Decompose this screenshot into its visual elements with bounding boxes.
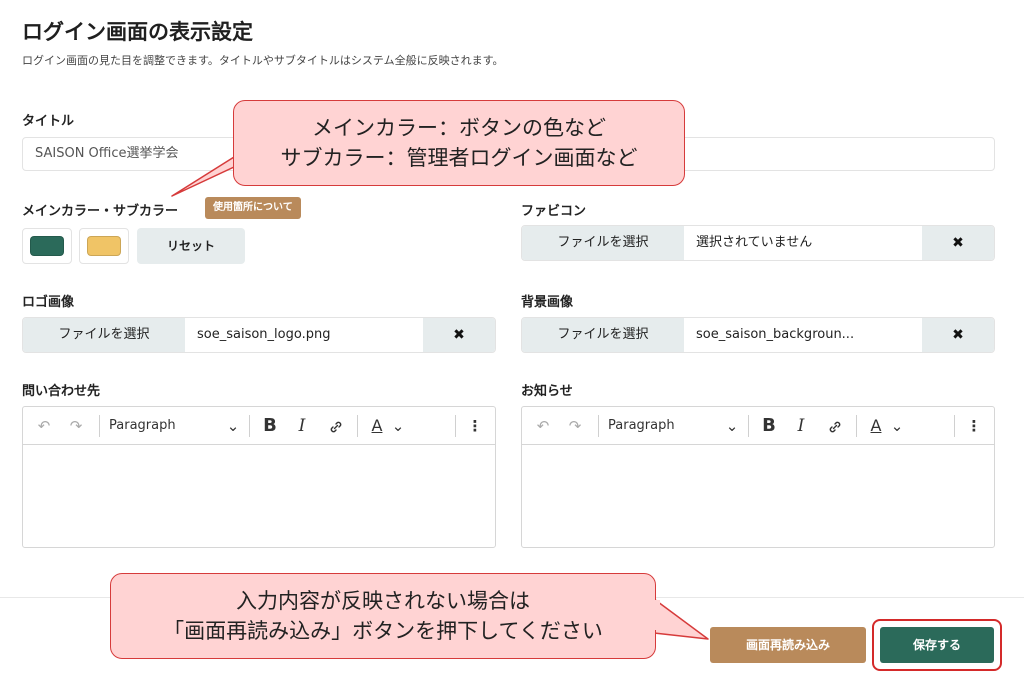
link-icon[interactable] [321, 407, 351, 445]
more-icon[interactable]: ⋮ [962, 407, 986, 445]
main-color-picker[interactable] [22, 228, 72, 264]
logo-file-name: soe_saison_logo.png [197, 327, 331, 342]
page-title: ログイン画面の表示設定 [22, 20, 253, 44]
more-icon[interactable]: ⋮ [463, 407, 487, 445]
logo-file-input: ファイルを選択 soe_saison_logo.png ✖ [22, 317, 496, 353]
editor-toolbar: ↶ ↷ Paragraph ⌄ B I A ⌄ ⋮ [23, 407, 495, 445]
toolbar-divider [249, 415, 250, 437]
callout-line: 入力内容が反映されない場合は [236, 589, 530, 613]
toolbar-divider [856, 415, 857, 437]
background-label: 背景画像 [521, 295, 574, 310]
favicon-label: ファビコン [521, 204, 587, 219]
reset-colors-button[interactable]: リセット [137, 228, 245, 264]
sub-color-picker[interactable] [79, 228, 129, 264]
redo-icon[interactable]: ↷ [63, 407, 89, 445]
colors-label: メインカラー・サブカラー [22, 204, 179, 219]
link-icon[interactable] [820, 407, 850, 445]
undo-icon[interactable]: ↶ [530, 407, 556, 445]
chevron-down-icon[interactable]: ⌄ [722, 407, 742, 445]
callout-seam [652, 600, 660, 630]
chevron-down-icon[interactable]: ⌄ [223, 407, 243, 445]
sub-color-swatch [87, 236, 121, 256]
notice-editor-content[interactable] [522, 446, 994, 547]
background-file-name: soe_saison_backgroun... [696, 327, 855, 342]
chevron-down-icon[interactable]: ⌄ [389, 407, 407, 445]
logo-clear-button[interactable]: ✖ [423, 318, 495, 352]
background-file-input: ファイルを選択 soe_saison_backgroun... ✖ [521, 317, 995, 353]
bold-icon[interactable]: B [257, 407, 283, 445]
font-color-icon[interactable]: A [365, 407, 389, 445]
favicon-file-input: ファイルを選択 選択されていません ✖ [521, 225, 995, 261]
contact-editor: ↶ ↷ Paragraph ⌄ B I A ⌄ ⋮ [22, 406, 496, 548]
toolbar-divider [748, 415, 749, 437]
chevron-down-icon[interactable]: ⌄ [888, 407, 906, 445]
toolbar-divider [954, 415, 955, 437]
bold-icon[interactable]: B [756, 407, 782, 445]
paragraph-label: Paragraph [109, 418, 176, 433]
editor-toolbar: ↶ ↷ Paragraph ⌄ B I A ⌄ ⋮ [522, 407, 994, 445]
page-description: ログイン画面の見た目を調整できます。タイトルやサブタイトルはシステム全般に反映さ… [22, 54, 504, 67]
callout-seam [241, 150, 271, 158]
callout-line: サブカラー：管理者ログイン画面など [280, 146, 638, 170]
toolbar-divider [598, 415, 599, 437]
notice-label: お知らせ [521, 384, 573, 399]
contact-label: 問い合わせ先 [22, 384, 101, 399]
font-color-icon[interactable]: A [864, 407, 888, 445]
italic-icon[interactable]: I [788, 407, 814, 445]
title-label: タイトル [22, 114, 75, 129]
background-choose-button[interactable]: ファイルを選択 [522, 318, 684, 352]
undo-icon[interactable]: ↶ [31, 407, 57, 445]
reload-callout: 入力内容が反映されない場合は 「画面再読み込み」ボタンを押下してください [110, 573, 656, 659]
close-icon: ✖ [952, 327, 964, 343]
logo-label: ロゴ画像 [22, 295, 75, 310]
close-icon: ✖ [453, 327, 465, 343]
background-clear-button[interactable]: ✖ [922, 318, 994, 352]
toolbar-divider [99, 415, 100, 437]
favicon-file-name: 選択されていません [696, 235, 813, 250]
contact-editor-content[interactable] [23, 446, 495, 547]
logo-choose-button[interactable]: ファイルを選択 [23, 318, 185, 352]
paragraph-label: Paragraph [608, 418, 675, 433]
toolbar-divider [357, 415, 358, 437]
callout-line: メインカラー：ボタンの色など [312, 116, 606, 140]
colors-callout: メインカラー：ボタンの色など サブカラー：管理者ログイン画面など [233, 100, 685, 186]
reload-button[interactable]: 画面再読み込み [710, 627, 866, 663]
toolbar-divider [455, 415, 456, 437]
close-icon: ✖ [952, 235, 964, 251]
save-button[interactable]: 保存する [880, 627, 994, 663]
redo-icon[interactable]: ↷ [562, 407, 588, 445]
main-color-swatch [30, 236, 64, 256]
italic-icon[interactable]: I [289, 407, 315, 445]
favicon-choose-button[interactable]: ファイルを選択 [522, 226, 684, 260]
notice-editor: ↶ ↷ Paragraph ⌄ B I A ⌄ ⋮ [521, 406, 995, 548]
favicon-clear-button[interactable]: ✖ [922, 226, 994, 260]
callout-line: 「画面再読み込み」ボタンを押下してください [163, 619, 603, 643]
